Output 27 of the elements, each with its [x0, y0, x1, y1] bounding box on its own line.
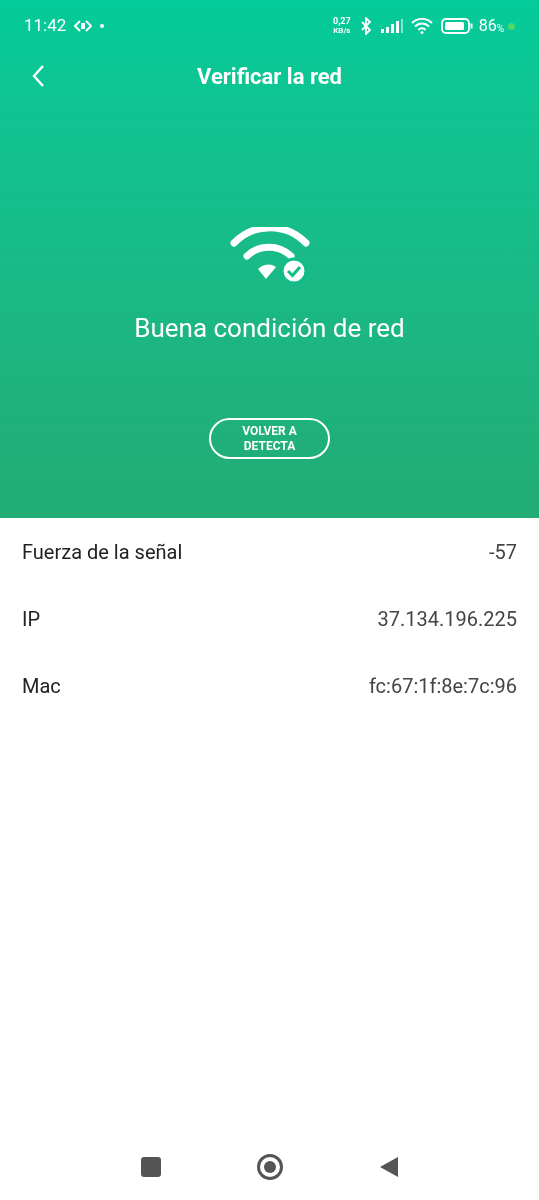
bluetooth-icon: [358, 17, 373, 35]
signal-icon: [380, 19, 403, 33]
detail-value: fc:67:1f:8e:7c:96: [368, 672, 517, 700]
home-button[interactable]: [256, 1154, 283, 1180]
recent-apps-button[interactable]: [140, 1157, 161, 1177]
carrier-icon: [74, 20, 93, 32]
back-nav-button[interactable]: [378, 1157, 399, 1177]
network-speed-unit: KB/s: [333, 26, 351, 35]
status-time: 11:42: [24, 14, 67, 38]
detail-value: 37.134.196.225: [377, 605, 517, 633]
triangle-icon: [379, 1157, 398, 1177]
detail-label: IP: [22, 605, 41, 633]
wifi-icon: [410, 18, 433, 34]
detail-label: Fuerza de la señal: [22, 538, 183, 566]
dot-icon: [100, 24, 105, 28]
back-icon: [31, 64, 45, 88]
detail-label: Mac: [22, 672, 61, 700]
status-message: Buena condición de red: [134, 312, 405, 345]
page-title: Verificar la red: [197, 62, 342, 91]
retry-button[interactable]: VOLVER A DETECTA: [209, 418, 330, 459]
battery-percent: 86: [478, 15, 497, 37]
wifi-check-icon: [227, 227, 312, 283]
detail-value: -57: [489, 538, 517, 566]
battery-icon: [440, 18, 473, 34]
network-speed: 0,27: [332, 17, 351, 26]
percent-sign: %: [496, 22, 504, 36]
indicator-dot-icon: [508, 22, 515, 30]
